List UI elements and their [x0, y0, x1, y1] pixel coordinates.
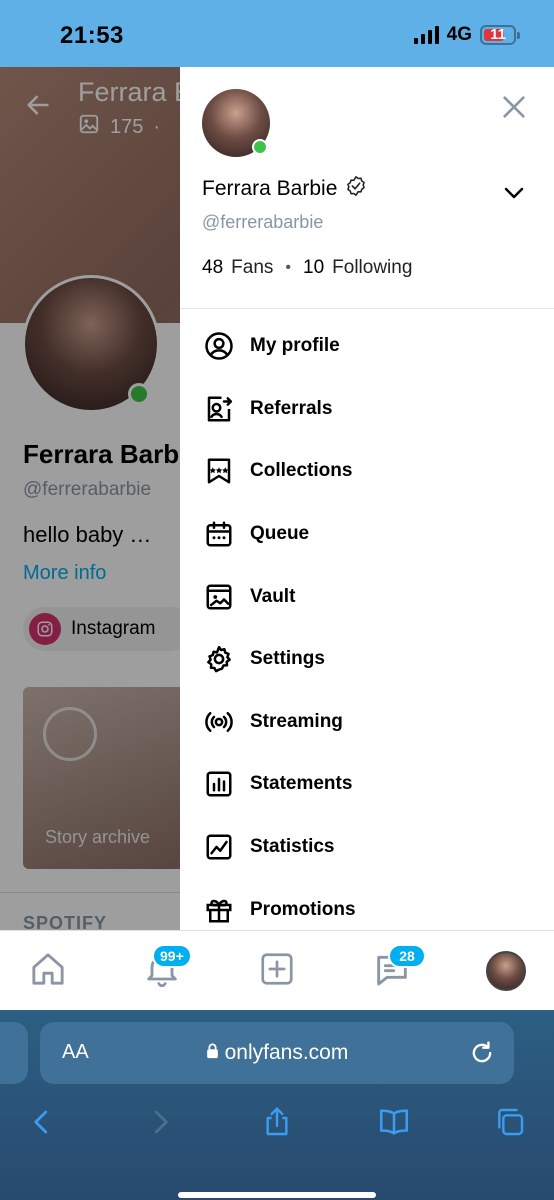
- following-count[interactable]: 10: [303, 257, 324, 279]
- battery-nub: [517, 32, 520, 39]
- menu-item-statements[interactable]: Statements: [180, 753, 554, 816]
- referrals-icon: [204, 394, 234, 424]
- network-type: 4G: [446, 24, 472, 45]
- battery-icon: 11: [480, 25, 520, 45]
- previous-tab-peek[interactable]: [0, 1022, 28, 1084]
- menu-item-promotions[interactable]: Promotions: [180, 878, 554, 930]
- bar-chart-icon: [204, 769, 234, 799]
- trend-chart-icon: [204, 832, 234, 862]
- menu-label: My profile: [250, 335, 340, 357]
- browser-toolbar: AA onlyfans.com: [0, 1010, 554, 1200]
- menu-item-collections[interactable]: Collections: [180, 440, 554, 503]
- menu-item-settings[interactable]: Settings: [180, 628, 554, 691]
- notifications-badge: 99+: [152, 944, 192, 968]
- cellular-signal-icon: [413, 26, 439, 44]
- gear-icon: [204, 644, 234, 674]
- lock-icon: [206, 1043, 219, 1063]
- menu-item-my-profile[interactable]: My profile: [180, 315, 554, 378]
- fans-count[interactable]: 48: [202, 257, 223, 279]
- home-indicator: [178, 1192, 376, 1198]
- drawer-name: Ferrara Barbie: [202, 176, 338, 200]
- gift-icon: [204, 895, 234, 925]
- battery-percent: 11: [490, 26, 506, 43]
- drawer-divider: [180, 308, 554, 309]
- menu-item-statistics[interactable]: Statistics: [180, 816, 554, 879]
- calendar-icon: [204, 519, 234, 549]
- user-circle-icon: [204, 331, 234, 361]
- menu-label: Statistics: [250, 836, 335, 858]
- menu-label: Promotions: [250, 898, 356, 920]
- menu-item-referrals[interactable]: Referrals: [180, 378, 554, 441]
- forward-icon[interactable]: [140, 1102, 180, 1142]
- drawer-handle: @ferrerabarbie: [202, 212, 324, 232]
- menu-label: Streaming: [250, 710, 343, 732]
- share-icon[interactable]: [257, 1102, 297, 1142]
- bookmarks-icon[interactable]: [374, 1102, 414, 1142]
- menu-item-vault[interactable]: Vault: [180, 565, 554, 628]
- messages-badge: 28: [388, 944, 426, 968]
- chevron-down-icon[interactable]: [502, 181, 526, 205]
- drawer-online-dot: [252, 139, 268, 155]
- close-icon[interactable]: [500, 93, 528, 121]
- menu-label: Statements: [250, 773, 353, 795]
- stats-separator: •: [285, 259, 291, 276]
- add-post-icon[interactable]: [257, 949, 297, 989]
- menu-item-queue[interactable]: Queue: [180, 503, 554, 566]
- status-indicators: 4G 11: [413, 24, 520, 46]
- menu-label: Settings: [250, 648, 325, 670]
- drawer-menu: My profile Referrals Collections Queue V…: [180, 315, 554, 930]
- drawer-name-row: Ferrara Barbie: [202, 175, 367, 202]
- reload-icon[interactable]: [468, 1039, 496, 1067]
- back-icon[interactable]: [22, 1102, 62, 1142]
- url-display[interactable]: onlyfans.com: [40, 1041, 514, 1065]
- verified-badge-icon: [345, 175, 367, 202]
- menu-label: Queue: [250, 523, 310, 545]
- broadcast-icon: [204, 707, 234, 737]
- home-icon[interactable]: [28, 949, 68, 989]
- menu-label: Referrals: [250, 397, 333, 419]
- menu-label: Collections: [250, 460, 353, 482]
- collections-icon: [204, 456, 234, 486]
- status-bar: 21:53 4G 11: [0, 0, 554, 67]
- url-text: onlyfans.com: [224, 1041, 349, 1064]
- following-label[interactable]: Following: [332, 257, 412, 279]
- address-bar[interactable]: AA onlyfans.com: [40, 1022, 514, 1084]
- drawer-stats: 48 Fans • 10 Following: [202, 257, 412, 279]
- menu-item-streaming[interactable]: Streaming: [180, 691, 554, 754]
- profile-tab-avatar[interactable]: [486, 951, 526, 991]
- vault-icon: [204, 582, 234, 612]
- fans-label[interactable]: Fans: [231, 257, 273, 279]
- bottom-tab-bar: 99+ 28: [0, 930, 554, 1010]
- tabs-icon[interactable]: [490, 1102, 530, 1142]
- side-drawer: Ferrara Barbie @ferrerabarbie 48 Fans • …: [180, 67, 554, 930]
- menu-label: Vault: [250, 585, 296, 607]
- status-time: 21:53: [60, 22, 124, 49]
